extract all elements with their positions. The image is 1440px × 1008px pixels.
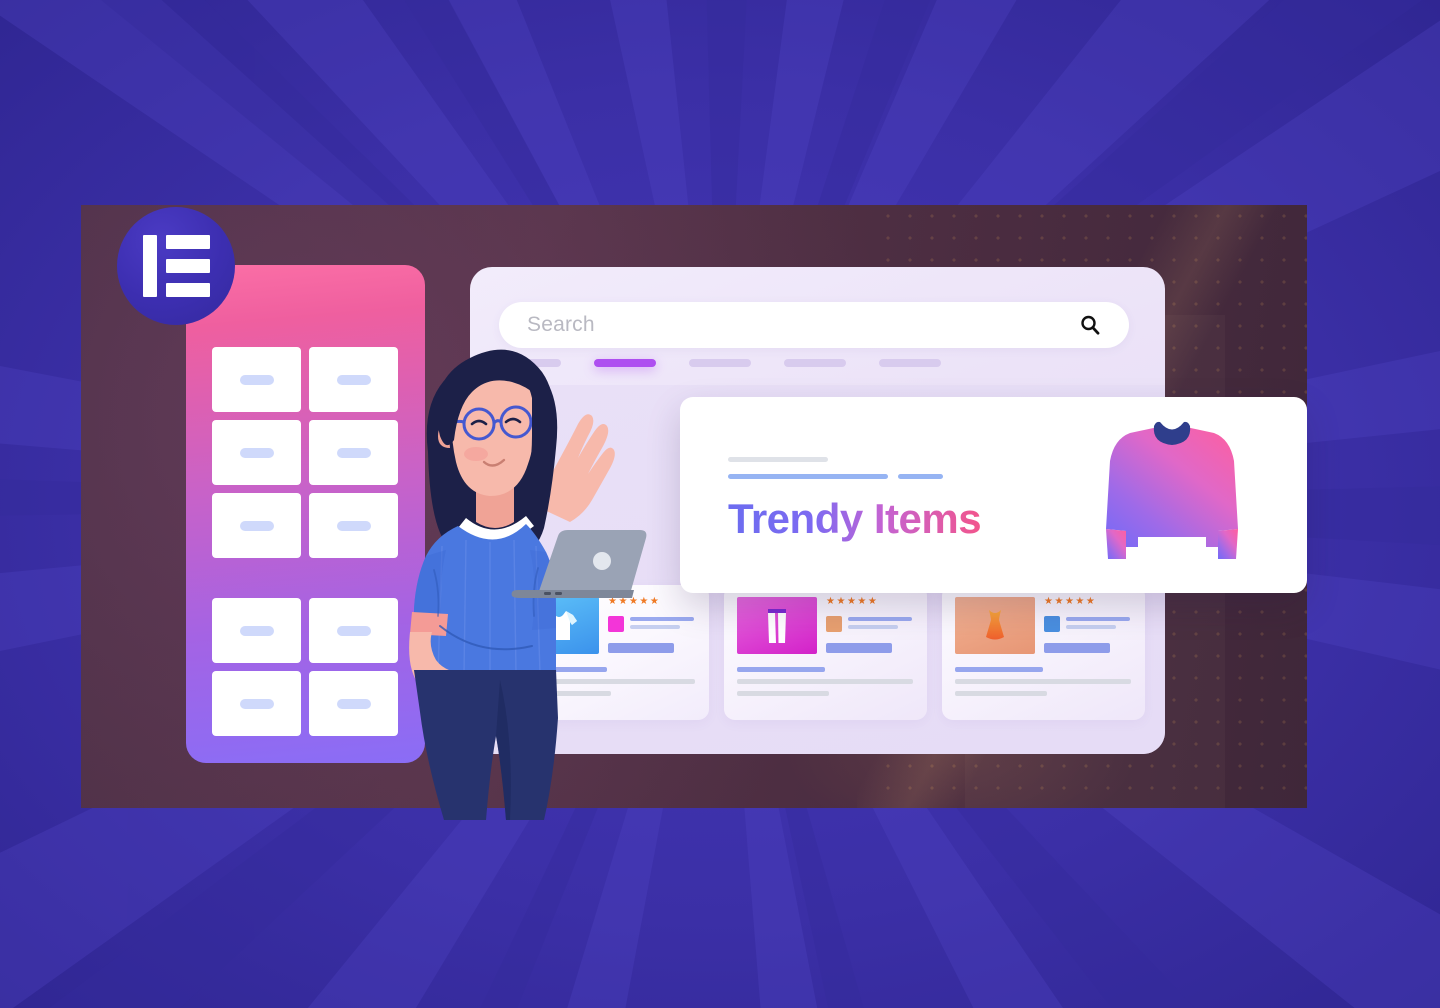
catalog-card-pill <box>336 698 371 709</box>
catalog-card[interactable] <box>212 347 301 412</box>
catalog-card-pill <box>239 625 274 636</box>
catalog-card-pill <box>336 447 371 458</box>
logo-bars-horizontal <box>165 235 210 297</box>
elementor-logo[interactable] <box>117 207 235 325</box>
sweater-cuff-right <box>1218 529 1238 559</box>
star-icon: ★ <box>867 596 877 607</box>
star-icon: ★ <box>649 596 659 607</box>
pants-icon <box>768 608 786 643</box>
logo-bar <box>165 283 210 297</box>
text-line <box>848 625 898 629</box>
logo-bar <box>165 235 210 249</box>
text-line <box>955 679 1131 684</box>
text-line <box>955 667 1043 672</box>
add-to-cart-button[interactable] <box>1044 643 1110 653</box>
pants <box>414 670 558 820</box>
trendy-items-card[interactable]: Trendy Items <box>680 397 1307 593</box>
product-description-lines <box>955 667 1131 696</box>
dress-icon <box>986 609 1004 639</box>
sweater-cuff-left <box>1106 529 1126 559</box>
text-line <box>1066 617 1130 621</box>
text-line <box>728 474 888 479</box>
laptop-illustration <box>511 530 647 598</box>
catalog-card-pill <box>336 625 371 636</box>
star-icon: ★ <box>1085 596 1095 607</box>
rating-stars: ★ ★ ★ ★ ★ <box>826 597 914 607</box>
sweater-illustration <box>1106 421 1238 559</box>
catalog-card-pill <box>239 520 274 531</box>
nav-pill[interactable] <box>689 359 751 367</box>
search-icon[interactable] <box>1079 314 1101 336</box>
text-line <box>848 617 912 621</box>
nav-pill[interactable] <box>879 359 941 367</box>
product-card[interactable]: ★ ★ ★ ★ ★ <box>724 585 927 720</box>
star-icon: ★ <box>1044 596 1053 607</box>
text-line <box>737 691 829 696</box>
product-text-lines <box>848 616 912 629</box>
color-swatch-row <box>1044 616 1132 632</box>
search-placeholder: Search <box>527 313 595 336</box>
catalog-card[interactable] <box>212 598 301 663</box>
catalog-card[interactable] <box>212 493 301 558</box>
cheek-blush <box>464 447 488 461</box>
color-swatch-row <box>826 616 914 632</box>
trendy-placeholder-lines <box>728 457 943 479</box>
product-card[interactable]: ★ ★ ★ ★ ★ <box>942 585 1145 720</box>
catalog-card-pill <box>239 374 274 385</box>
star-icon: ★ <box>1054 596 1064 607</box>
product-thumbnail <box>955 597 1035 654</box>
catalog-grid-gap <box>212 566 398 590</box>
star-icon: ★ <box>846 596 856 607</box>
laptop-screen <box>538 530 647 594</box>
star-icon: ★ <box>857 596 867 607</box>
color-swatch[interactable] <box>1044 616 1060 632</box>
catalog-card-pill <box>239 698 274 709</box>
nav-pill[interactable] <box>784 359 846 367</box>
text-line <box>955 691 1047 696</box>
laptop-keys <box>555 592 562 595</box>
add-to-cart-button[interactable] <box>826 643 892 653</box>
laptop-base <box>511 590 634 598</box>
text-line <box>737 667 825 672</box>
catalog-card-grid <box>212 347 398 736</box>
product-thumbnail <box>737 597 817 654</box>
text-line <box>728 457 828 462</box>
product-meta: ★ ★ ★ ★ ★ <box>1044 597 1132 653</box>
text-line <box>1066 625 1116 629</box>
text-line <box>898 474 943 479</box>
star-icon: ★ <box>1075 596 1085 607</box>
laptop-keys <box>544 592 551 595</box>
catalog-card-pill <box>239 447 274 458</box>
color-swatch[interactable] <box>826 616 842 632</box>
product-text-lines <box>1066 616 1130 629</box>
laptop-logo <box>593 552 611 570</box>
catalog-card-pill <box>336 520 371 531</box>
product-meta: ★ ★ ★ ★ ★ <box>826 597 914 653</box>
logo-bar-vertical <box>142 235 157 297</box>
rating-stars: ★ ★ ★ ★ ★ <box>1044 597 1132 607</box>
star-icon: ★ <box>1064 596 1074 607</box>
trendy-items-title: Trendy Items <box>728 495 982 542</box>
catalog-card[interactable] <box>212 671 301 736</box>
logo-bar <box>165 259 210 273</box>
text-line-row <box>728 474 943 479</box>
star-icon: ★ <box>836 596 846 607</box>
star-icon: ★ <box>826 596 835 607</box>
product-description-lines <box>737 667 913 696</box>
catalog-card-pill <box>336 374 371 385</box>
catalog-card[interactable] <box>212 420 301 485</box>
text-line <box>737 679 913 684</box>
